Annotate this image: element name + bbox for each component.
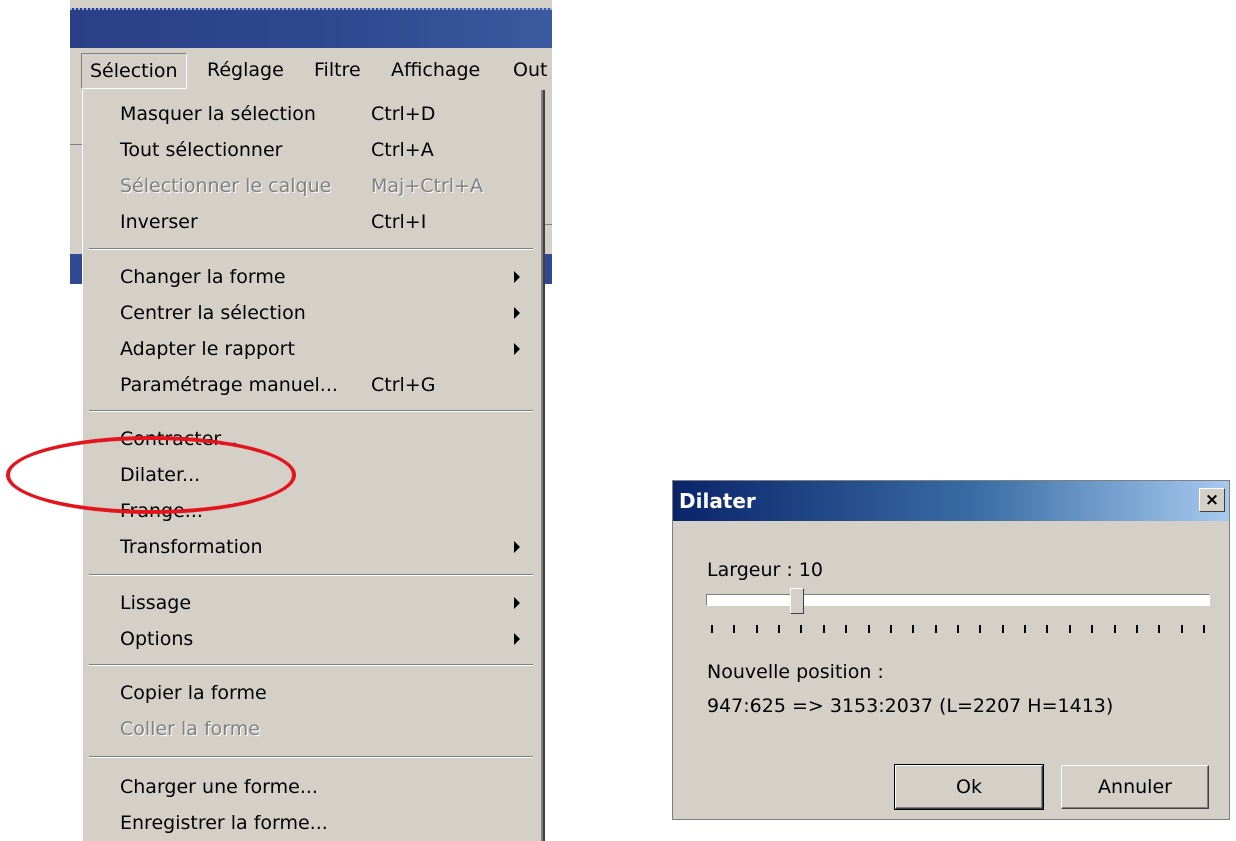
menu-item-label: Copier la forme bbox=[120, 682, 267, 704]
slider-tick bbox=[1068, 625, 1071, 633]
menu-item-enregistrer-forme[interactable]: Enregistrer la forme... bbox=[83, 806, 541, 840]
dialog-title: Dilater bbox=[679, 489, 756, 513]
menu-outils[interactable]: Out bbox=[513, 53, 547, 87]
menu-item-shortcut: Ctrl+I bbox=[371, 211, 427, 233]
slider-tick bbox=[1203, 625, 1205, 633]
menu-bar: Sélection Réglage Filtre Affichage Out bbox=[70, 50, 552, 90]
menu-item-centrer-selection[interactable]: Centrer la sélection bbox=[83, 296, 541, 330]
menu-item-shortcut: Maj+Ctrl+A bbox=[371, 175, 483, 197]
cancel-button[interactable]: Annuler bbox=[1061, 765, 1209, 809]
menu-item-changer-forme[interactable]: Changer la forme bbox=[83, 260, 541, 294]
menu-item-label: Centrer la sélection bbox=[120, 302, 306, 324]
submenu-arrow-icon bbox=[514, 541, 520, 553]
menu-filtre[interactable]: Filtre bbox=[314, 53, 361, 87]
close-icon[interactable]: × bbox=[1199, 488, 1225, 512]
menu-item-lissage[interactable]: Lissage bbox=[83, 586, 541, 620]
menu-item-transformation[interactable]: Transformation bbox=[83, 530, 541, 564]
width-slider-thumb[interactable] bbox=[789, 588, 804, 614]
slider-tick bbox=[733, 625, 736, 633]
width-label: Largeur : 10 bbox=[707, 559, 823, 581]
panel-title-fragment-right bbox=[540, 254, 552, 284]
menu-separator bbox=[89, 410, 533, 412]
slider-tick bbox=[979, 625, 982, 633]
canvas-fragment-right bbox=[540, 284, 552, 841]
app-title-bar bbox=[70, 8, 552, 48]
menu-item-selectionner-calque: Sélectionner le calque Maj+Ctrl+A bbox=[83, 169, 541, 203]
menu-item-label: Enregistrer la forme... bbox=[120, 812, 328, 834]
slider-tick bbox=[845, 625, 848, 633]
menu-separator bbox=[89, 664, 533, 666]
menu-item-label: Masquer la sélection bbox=[120, 103, 316, 125]
menu-item-label: Options bbox=[120, 628, 194, 650]
menu-item-label: Lissage bbox=[120, 592, 192, 614]
menu-item-label: Paramétrage manuel... bbox=[120, 374, 338, 396]
slider-tick bbox=[800, 625, 803, 633]
submenu-arrow-icon bbox=[514, 343, 520, 355]
new-position-label: Nouvelle position : bbox=[707, 661, 884, 683]
width-slider-track[interactable] bbox=[706, 594, 1210, 606]
menu-item-adapter-rapport[interactable]: Adapter le rapport bbox=[83, 332, 541, 366]
slider-tick bbox=[912, 625, 915, 633]
menu-item-tout-selectionner[interactable]: Tout sélectionner Ctrl+A bbox=[83, 133, 541, 167]
new-position-value: 947:625 => 3153:2037 (L=2207 H=1413) bbox=[707, 695, 1114, 717]
slider-tick bbox=[778, 625, 781, 633]
menu-separator bbox=[89, 756, 533, 758]
menu-item-label: Tout sélectionner bbox=[120, 139, 283, 161]
submenu-arrow-icon bbox=[514, 597, 520, 609]
menu-separator bbox=[89, 248, 533, 250]
slider-tick bbox=[755, 625, 758, 633]
menu-item-label: Sélectionner le calque bbox=[120, 175, 332, 197]
menu-item-label: Adapter le rapport bbox=[120, 338, 295, 360]
slider-ticks bbox=[711, 625, 1205, 635]
menu-item-label: Coller la forme bbox=[120, 718, 260, 740]
slider-tick bbox=[1135, 625, 1138, 633]
slider-tick bbox=[1113, 625, 1116, 633]
menu-item-label: Charger une forme... bbox=[120, 776, 318, 798]
menu-selection[interactable]: Sélection bbox=[81, 53, 187, 89]
submenu-arrow-icon bbox=[514, 633, 520, 645]
slider-tick bbox=[1001, 625, 1004, 633]
slider-tick bbox=[867, 625, 870, 633]
menu-item-label: Transformation bbox=[120, 536, 263, 558]
slider-tick bbox=[957, 625, 959, 633]
submenu-arrow-icon bbox=[514, 271, 520, 283]
highlight-ellipse bbox=[6, 436, 296, 514]
menu-item-parametrage-manuel[interactable]: Paramétrage manuel... Ctrl+G bbox=[83, 368, 541, 402]
dilater-dialog: Dilater × Largeur : 10 Nouvelle position… bbox=[672, 480, 1230, 820]
slider-tick bbox=[711, 625, 713, 633]
menu-item-charger-forme[interactable]: Charger une forme... bbox=[83, 770, 541, 804]
slider-tick bbox=[1046, 625, 1049, 633]
slider-tick bbox=[1024, 625, 1027, 633]
submenu-arrow-icon bbox=[514, 307, 520, 319]
dialog-title-bar: Dilater × bbox=[673, 481, 1229, 521]
menu-item-masquer-selection[interactable]: Masquer la sélection Ctrl+D bbox=[83, 97, 541, 131]
menu-item-shortcut: Ctrl+D bbox=[371, 103, 436, 125]
menu-reglage[interactable]: Réglage bbox=[207, 53, 284, 87]
slider-tick bbox=[1158, 625, 1161, 633]
menu-item-options[interactable]: Options bbox=[83, 622, 541, 656]
menu-separator bbox=[89, 574, 533, 576]
menu-item-label: Inverser bbox=[120, 211, 198, 233]
slider-tick bbox=[1091, 625, 1094, 633]
slider-tick bbox=[822, 625, 825, 633]
menu-item-shortcut: Ctrl+A bbox=[371, 139, 434, 161]
slider-tick bbox=[934, 625, 937, 633]
menu-affichage[interactable]: Affichage bbox=[391, 53, 480, 87]
menu-item-shortcut: Ctrl+G bbox=[371, 374, 436, 396]
menu-item-inverser[interactable]: Inverser Ctrl+I bbox=[83, 205, 541, 239]
menu-item-copier-forme[interactable]: Copier la forme bbox=[83, 676, 541, 710]
toolbar-fragment-right bbox=[540, 144, 552, 225]
menu-item-label: Changer la forme bbox=[120, 266, 286, 288]
ok-button[interactable]: Ok bbox=[894, 764, 1044, 810]
menu-item-coller-forme: Coller la forme bbox=[83, 712, 541, 746]
slider-tick bbox=[1180, 625, 1183, 633]
slider-tick bbox=[889, 625, 892, 633]
